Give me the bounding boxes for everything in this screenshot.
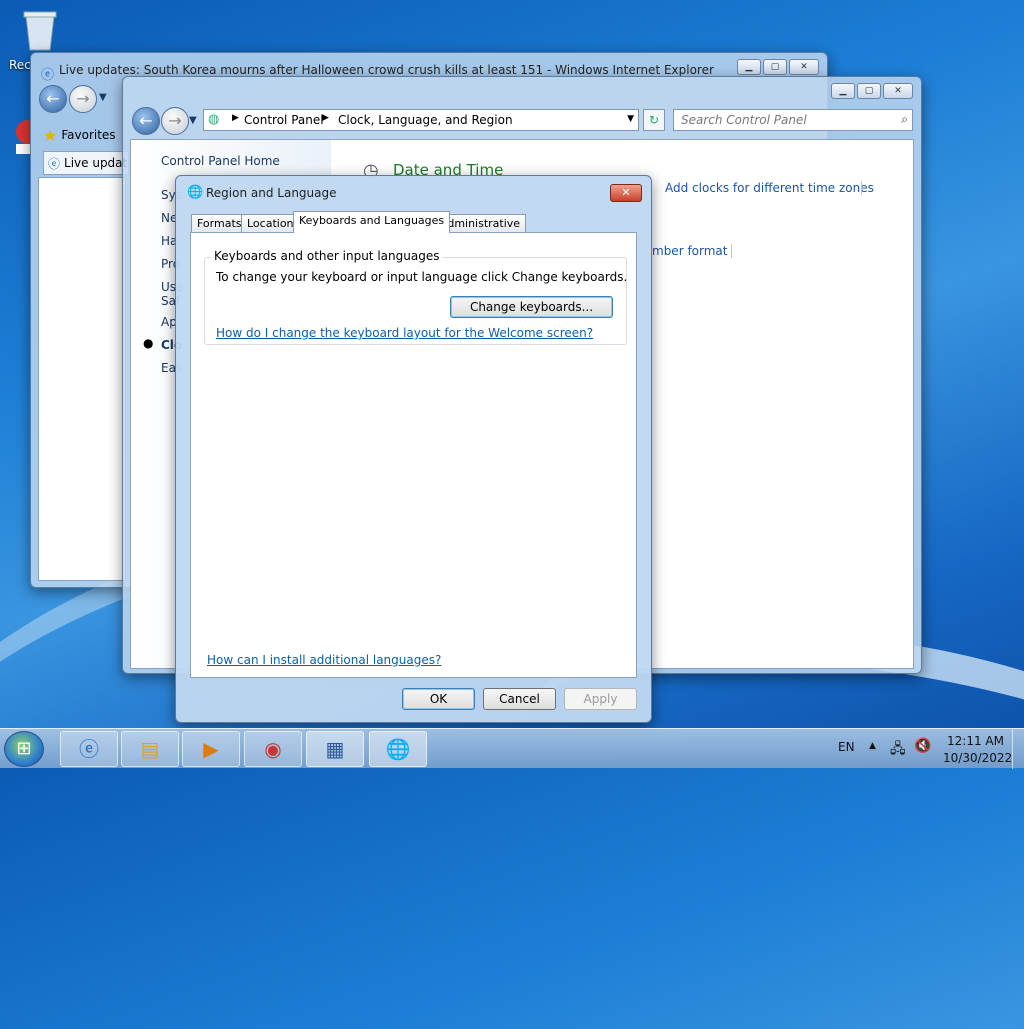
taskbar: ⊞ ⓔ ▤ ▶ ◉ ▦ 🌐 EN ▲ 🖧 🔇 12:11 AM 10/30/20… (0, 728, 1024, 769)
cp-history-dropdown-icon[interactable]: ▼ (189, 115, 197, 126)
cp-forward-button[interactable]: → (161, 107, 189, 135)
ie-favorites-button[interactable]: ★ Favorites (43, 123, 133, 147)
close-button[interactable]: ✕ (789, 59, 819, 75)
volume-muted-icon[interactable]: 🔇 (914, 738, 931, 754)
cp-back-button[interactable]: ← (132, 107, 160, 135)
ie-tab-label: Live updat (64, 156, 128, 170)
link-divider (731, 244, 732, 258)
current-nav-bullet-icon: ● (143, 336, 154, 350)
ie-favorites-label: Favorites (61, 128, 116, 142)
ie-tab[interactable]: ⓔ Live updat (43, 151, 129, 175)
star-icon: ★ (43, 125, 58, 145)
show-hidden-icons-icon[interactable]: ▲ (869, 741, 876, 751)
tab-location[interactable]: Location (241, 214, 300, 233)
tab-content: Keyboards and other input languages To c… (190, 232, 637, 678)
recycle-bin-label: Rec (9, 58, 31, 72)
control-panel-icon: ◍ (208, 112, 220, 127)
ok-button[interactable]: OK (402, 688, 475, 710)
taskbar-chrome-icon[interactable]: ◉ (244, 731, 302, 767)
taskbar-ie-icon[interactable]: ⓔ (60, 731, 118, 767)
group-text: To change your keyboard or input languag… (216, 270, 628, 284)
ie-forward-button[interactable]: → (69, 85, 97, 113)
ie-back-button[interactable]: ← (39, 85, 67, 113)
refresh-button[interactable]: ↻ (643, 109, 665, 131)
breadcrumb-arrow-icon: ▶ (322, 113, 329, 123)
search-input[interactable]: Search Control Panel ⌕ (673, 109, 913, 131)
close-button[interactable]: ✕ (883, 83, 913, 99)
keyboards-group: Keyboards and other input languages To c… (204, 249, 628, 345)
breadcrumb-control-panel[interactable]: Control Panel (244, 113, 324, 127)
maximize-button[interactable]: ▢ (857, 83, 881, 99)
taskbar-control-panel-icon[interactable]: ▦ (306, 731, 364, 767)
change-keyboards-button[interactable]: Change keyboards... (450, 296, 613, 318)
nav-control-panel-home[interactable]: Control Panel Home (161, 154, 280, 168)
minimize-button[interactable]: ▁ (737, 59, 761, 75)
dialog-title: Region and Language (206, 186, 337, 200)
start-button[interactable]: ⊞ (4, 731, 44, 767)
clock-time[interactable]: 12:11 AM (947, 734, 1004, 748)
ie-content-area (38, 177, 126, 581)
cp-address-bar[interactable]: ◍ ▶ Control Panel ▶ Clock, Language, and… (203, 109, 639, 131)
show-desktop-button[interactable] (1012, 729, 1024, 769)
welcome-screen-link[interactable]: How do I change the keyboard layout for … (216, 326, 593, 340)
ie-window-title: Live updates: South Korea mourns after H… (59, 63, 714, 77)
globe-icon: 🌐 (187, 185, 204, 200)
number-format-link[interactable]: mber format (652, 244, 727, 258)
breadcrumb-arrow-icon: ▶ (232, 113, 239, 123)
clock-date[interactable]: 10/30/2022 (943, 751, 1012, 765)
ie-caption-buttons: ▁ ▢ ✕ (737, 59, 819, 75)
tab-formats[interactable]: Formats (191, 214, 248, 233)
region-language-dialog[interactable]: 🌐 Region and Language ✕ Formats Location… (175, 175, 652, 723)
install-languages-link[interactable]: How can I install additional languages? (207, 653, 441, 667)
search-placeholder: Search Control Panel (681, 113, 807, 127)
ie-history-dropdown-icon[interactable]: ▼ (99, 92, 107, 103)
dialog-close-button[interactable]: ✕ (610, 184, 642, 202)
maximize-button[interactable]: ▢ (763, 59, 787, 75)
taskbar-media-player-icon[interactable]: ▶ (182, 731, 240, 767)
recycle-bin-icon[interactable] (22, 8, 58, 55)
ie-logo-icon: ⓔ (41, 68, 55, 83)
network-icon[interactable]: 🖧 (890, 738, 906, 762)
cancel-button[interactable]: Cancel (483, 688, 556, 710)
address-dropdown-icon[interactable]: ▼ (627, 114, 634, 124)
minimize-button[interactable]: ▁ (831, 83, 855, 99)
group-title: Keyboards and other input languages (211, 249, 443, 263)
ie-tab-icon: ⓔ (48, 156, 61, 171)
taskbar-region-language-icon[interactable]: 🌐 (369, 731, 427, 767)
link-divider (861, 181, 862, 195)
language-indicator[interactable]: EN (838, 740, 855, 754)
apply-button[interactable]: Apply (564, 688, 637, 710)
search-icon[interactable]: ⌕ (901, 112, 908, 127)
breadcrumb-clock-language-region[interactable]: Clock, Language, and Region (338, 113, 513, 127)
taskbar-explorer-icon[interactable]: ▤ (121, 731, 179, 767)
add-clocks-link[interactable]: Add clocks for different time zones (665, 181, 874, 195)
cp-caption-buttons: ▁ ▢ ✕ (831, 83, 913, 99)
tab-keyboards-and-languages[interactable]: Keyboards and Languages (293, 211, 451, 233)
